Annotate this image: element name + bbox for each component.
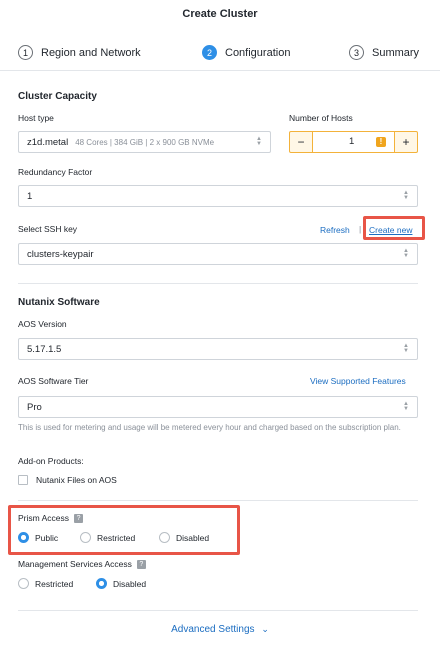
- step-summary[interactable]: 3 Summary: [349, 45, 419, 60]
- view-supported-features-link[interactable]: View Supported Features: [310, 376, 406, 386]
- radio-label: Disabled: [113, 578, 147, 589]
- increment-button[interactable]: +: [395, 132, 417, 152]
- select-chevron-icon: ▲ ▼: [403, 343, 409, 354]
- mgmt-access-disabled[interactable]: Disabled: [96, 578, 146, 589]
- number-of-hosts-input[interactable]: 1 !: [312, 132, 395, 152]
- help-icon[interactable]: ?: [136, 560, 146, 570]
- refresh-link[interactable]: Refresh: [320, 225, 350, 235]
- step-number: 2: [202, 45, 217, 60]
- host-type-detail: 48 Cores | 384 GiB | 2 x 900 GB NVMe: [75, 137, 215, 147]
- step-configuration[interactable]: 2 Configuration: [202, 45, 290, 60]
- host-type-label: Host type: [18, 113, 54, 123]
- radio-label: Restricted: [97, 532, 136, 543]
- wizard-steps: 1 Region and Network 2 Configuration 3 S…: [0, 36, 440, 71]
- mgmt-access-label-text: Management Services Access: [18, 559, 132, 569]
- create-new-link[interactable]: Create new: [369, 225, 412, 235]
- addon-label: Nutanix Files on AOS: [36, 475, 117, 485]
- help-icon[interactable]: ?: [74, 514, 84, 524]
- select-chevron-icon: ▲ ▼: [256, 136, 262, 147]
- advanced-settings-label: Advanced Settings: [171, 624, 255, 635]
- redundancy-factor-select[interactable]: 1 ▲ ▼: [18, 185, 418, 207]
- radio-selected-icon[interactable]: [18, 532, 29, 543]
- addon-nutanix-files[interactable]: Nutanix Files on AOS: [18, 475, 117, 485]
- host-type-select[interactable]: z1d.metal 48 Cores | 384 GiB | 2 x 900 G…: [18, 131, 271, 153]
- step-number: 1: [18, 45, 33, 60]
- radio-label: Disabled: [176, 532, 210, 543]
- aos-tier-label: AOS Software Tier: [18, 376, 89, 386]
- ssh-key-label: Select SSH key: [18, 224, 78, 234]
- select-chevron-icon: ▲ ▼: [403, 190, 409, 201]
- aos-tier-select[interactable]: Pro ▲ ▼: [18, 396, 418, 418]
- prism-access-disabled[interactable]: Disabled: [159, 532, 209, 543]
- advanced-settings-toggle[interactable]: Advanced Settings ⌄: [0, 624, 440, 635]
- step-number: 3: [349, 45, 364, 60]
- aos-version-label: AOS Version: [18, 319, 67, 329]
- radio-icon[interactable]: [80, 532, 91, 543]
- prism-access-label-text: Prism Access: [18, 513, 70, 523]
- number-of-hosts-value: 1: [349, 136, 355, 147]
- ssh-key-value: clusters-keypair: [27, 248, 94, 260]
- section-divider: [18, 500, 418, 501]
- radio-icon[interactable]: [159, 532, 170, 543]
- number-of-hosts-stepper[interactable]: − 1 ! +: [289, 131, 418, 153]
- section-title-nutanix-software: Nutanix Software: [18, 297, 100, 308]
- radio-label: Restricted: [35, 578, 74, 589]
- chevron-down-icon: ⌄: [261, 624, 269, 634]
- mgmt-access-label: Management Services Access?: [18, 559, 146, 570]
- number-of-hosts-label: Number of Hosts: [289, 113, 353, 123]
- prism-access-public[interactable]: Public: [18, 532, 58, 543]
- radio-label: Public: [35, 532, 59, 543]
- radio-icon[interactable]: [18, 578, 29, 589]
- link-separator: |: [359, 224, 362, 234]
- step-region-network[interactable]: 1 Region and Network: [18, 45, 141, 60]
- step-label: Configuration: [225, 46, 291, 59]
- dialog-title: Create Cluster: [182, 8, 258, 20]
- select-chevron-icon: ▲ ▼: [403, 401, 409, 412]
- section-title-cluster-capacity: Cluster Capacity: [18, 91, 97, 102]
- decrement-button[interactable]: −: [290, 132, 312, 152]
- prism-access-restricted[interactable]: Restricted: [80, 532, 135, 543]
- host-type-value: z1d.metal: [27, 136, 69, 148]
- mgmt-access-restricted[interactable]: Restricted: [18, 578, 73, 589]
- addons-label: Add-on Products:: [18, 456, 84, 466]
- aos-version-value: 5.17.1.5: [27, 343, 62, 355]
- redundancy-factor-value: 1: [27, 190, 33, 202]
- prism-access-label: Prism Access?: [18, 513, 84, 524]
- step-label: Summary: [372, 46, 420, 59]
- aos-tier-help-text: This is used for metering and usage will…: [18, 423, 401, 432]
- aos-tier-value: Pro: [27, 401, 42, 413]
- step-label: Region and Network: [41, 46, 141, 59]
- warning-icon: !: [376, 137, 386, 147]
- checkbox-icon[interactable]: [18, 475, 28, 485]
- aos-version-select[interactable]: 5.17.1.5 ▲ ▼: [18, 338, 418, 360]
- ssh-key-select[interactable]: clusters-keypair ▲ ▼: [18, 243, 418, 265]
- section-divider: [18, 610, 418, 611]
- select-chevron-icon: ▲ ▼: [403, 248, 409, 259]
- radio-selected-icon[interactable]: [96, 578, 107, 589]
- section-divider: [18, 283, 418, 284]
- redundancy-factor-label: Redundancy Factor: [18, 167, 93, 177]
